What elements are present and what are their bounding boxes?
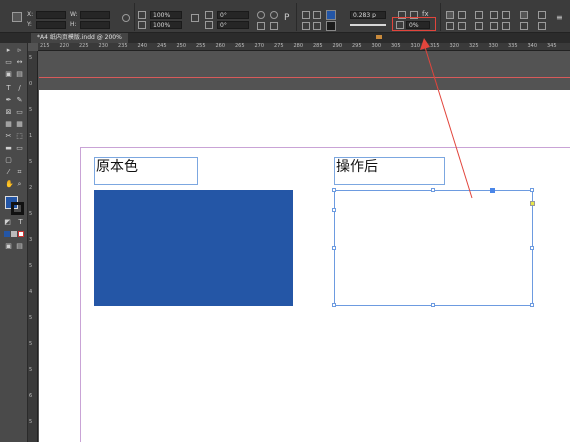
annotation-arrow — [420, 38, 473, 199]
arrow-head — [420, 38, 430, 50]
arrow-line — [423, 43, 473, 199]
